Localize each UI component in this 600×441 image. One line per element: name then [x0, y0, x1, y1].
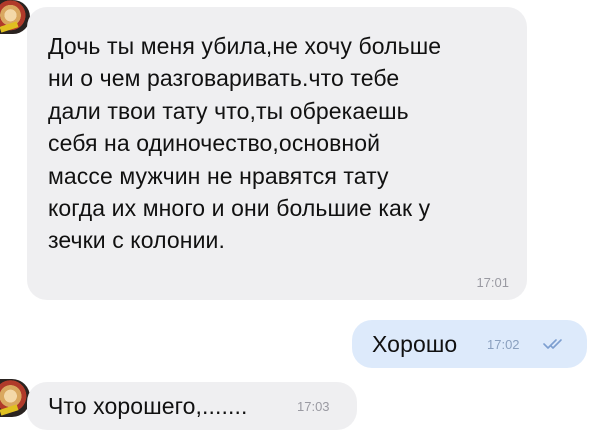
message-time: 17:01	[476, 275, 509, 290]
contact-avatar[interactable]	[0, 379, 30, 417]
double-check-icon	[543, 339, 562, 349]
message-text: Что хорошего,.......	[48, 393, 248, 419]
incoming-message-bubble[interactable]: Что хорошего,....... 17:03	[27, 382, 357, 430]
avatar-decoration	[0, 404, 19, 416]
chat-history[interactable]: Дочь ты меня убила,не хочу больше ни о ч…	[0, 0, 600, 441]
outgoing-message-bubble[interactable]: Хорошо 17:02	[352, 320, 587, 368]
avatar-decoration	[0, 21, 19, 33]
message-text: Дочь ты меня убила,не хочу больше ни о ч…	[48, 33, 442, 254]
message-text: Хорошо	[372, 331, 458, 357]
message-time: 17:03	[297, 399, 330, 414]
contact-avatar[interactable]	[0, 0, 30, 34]
message-time: 17:02	[487, 337, 520, 352]
incoming-message-bubble[interactable]: Дочь ты меня убила,не хочу больше ни о ч…	[27, 7, 527, 300]
